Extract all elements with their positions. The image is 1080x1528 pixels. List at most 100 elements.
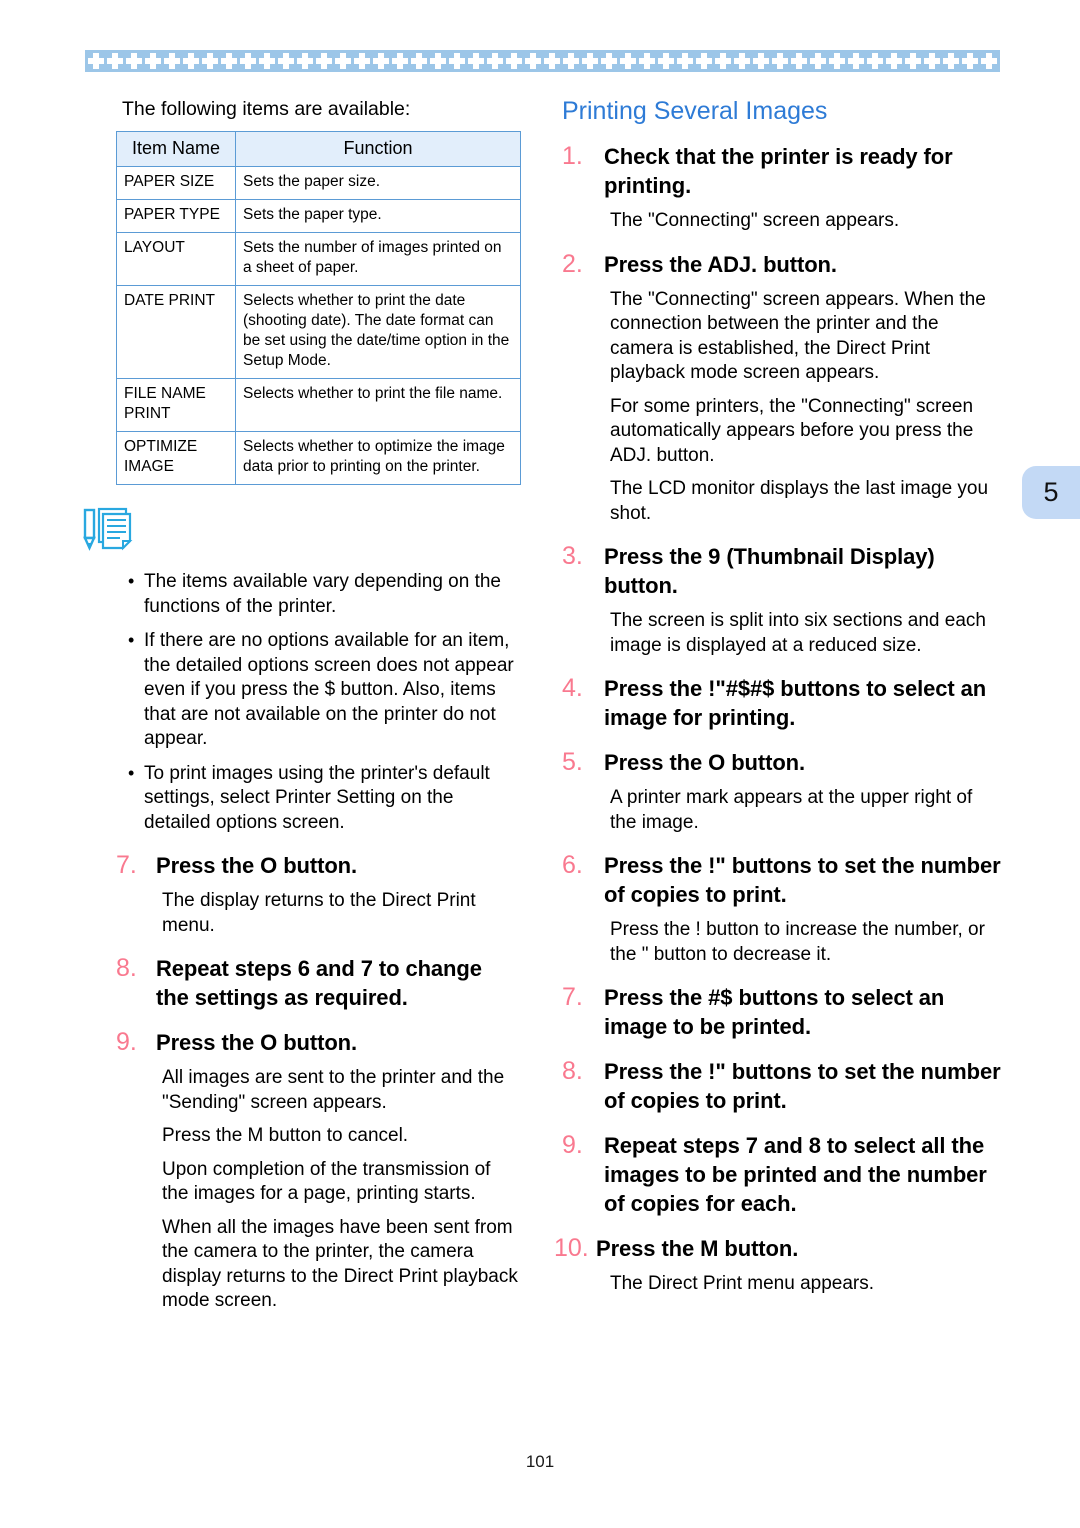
step-body-text: Press the M button to cancel. [162,1125,409,1146]
decorative-flower-motif [581,50,600,72]
step-body-text: The Direct Print menu appears. [610,1273,875,1294]
step-title: Press the O button. [156,1030,358,1055]
step-number: 10. [554,1234,589,1262]
table-cell-function: Sets the paper type. [235,199,521,233]
step-title: Press the !" buttons to set the number o… [604,853,1001,907]
decorative-flower-motif [790,50,809,72]
step-title: Press the !"#$#$ buttons to select an im… [604,676,987,730]
decorative-flower-motif [809,50,828,72]
decorative-flower-motif [220,50,239,72]
decorative-flower-motif [733,50,752,72]
table-row: OPTIMIZE IMAGE Selects whether to optimiz… [116,431,521,485]
table-row: PAPER TYPE Sets the paper type. [116,199,521,233]
left-column: The following items are available: Item … [83,96,521,1314]
step-number: 4. [562,674,583,702]
decorative-top-border [85,50,1000,72]
decorative-flower-motif [429,50,448,72]
right-column: Printing Several Images 1. Check that the… [554,96,1002,1297]
decorative-flower-motif [638,50,657,72]
decorative-flower-motif [486,50,505,72]
decorative-flower-motif [961,50,980,72]
note-bullet-item: To print images using the printer's defa… [128,761,520,836]
numbered-step: 8. Repeat steps 6 and 7 to change the set… [116,954,520,1012]
table-row: LAYOUT Sets the number of images printed … [116,232,521,286]
decorative-flower-motif [410,50,429,72]
step-number: 5. [562,748,583,776]
table-cell-item-name: OPTIMIZE IMAGE [116,431,236,485]
numbered-step: 2. Press the ADJ. button. [562,250,1002,279]
decorative-flower-motif [695,50,714,72]
note-pencil-document-icon [83,507,133,551]
numbered-step: 3. Press the 9 (Thumbnail Display) button… [562,542,1002,600]
step-title: Press the !" buttons to set the number o… [604,1059,1001,1113]
decorative-flower-motif [904,50,923,72]
step-body-text: Upon completion of the transmission of t… [162,1158,491,1205]
decorative-flower-motif [125,50,144,72]
step-body-text: The display returns to the Direct Print … [162,890,476,936]
step-body-text: When all the images have been sent from … [162,1216,518,1312]
chapter-tab-label: 5 [1043,477,1059,507]
decorative-flower-motif [505,50,524,72]
decorative-flower-motif [391,50,410,72]
decorative-flower-motif [201,50,220,72]
step-title: Press the M button. [596,1236,799,1261]
table-cell-item-name: PAPER SIZE [116,166,236,200]
step-title: Press the O button. [604,750,806,775]
decorative-flower-motif [353,50,372,72]
step-title: Press the ADJ. button. [604,251,837,277]
step-number: 3. [562,542,583,570]
step-title: Press the O button. [156,853,358,878]
decorative-flower-motif [448,50,467,72]
decorative-flower-motif [999,50,1000,72]
decorative-flower-motif [277,50,296,72]
decorative-flower-motif [676,50,695,72]
decorative-flower-motif [942,50,961,72]
step-number: 8. [116,954,137,982]
decorative-flower-motif [87,50,106,72]
decorative-flower-motif [714,50,733,72]
decorative-flower-motif [144,50,163,72]
section-heading: Printing Several Images [562,97,828,125]
table-cell-function: Selects whether to optimize the image da… [235,431,521,485]
decorative-flower-motif [828,50,847,72]
right-steps-list: 1. Check that the printer is ready for pr… [554,142,1002,1297]
decorative-flower-motif [923,50,942,72]
step-number: 8. [562,1057,583,1085]
step-body-text: All images are sent to the printer and t… [162,1067,505,1113]
decorative-flower-motif [296,50,315,72]
table-cell-function: Sets the number of images printed on a s… [235,232,521,286]
chapter-tab: 5 [1022,466,1080,519]
numbered-step: 9. Repeat steps 7 and 8 to select all the… [562,1131,1002,1218]
numbered-step: 9. Press the O button. [116,1028,520,1057]
numbered-step: 8. Press the !" buttons to set the number… [562,1057,1002,1115]
step-number: 7. [116,851,137,879]
table-cell-item-name: DATE PRINT [116,285,236,379]
table-cell-function: Selects whether to print the file name. [235,378,521,432]
decorative-flower-motif [467,50,486,72]
decorative-flower-motif [619,50,638,72]
numbered-step: 10. Press the M button. [554,1234,1002,1263]
table-header-function: Function [235,131,521,167]
step-body-text: For some printers, the "Connecting" scre… [610,395,974,466]
numbered-step: 7. Press the O button. [116,851,520,880]
table-cell-item-name: PAPER TYPE [116,199,236,233]
decorative-flower-motif [885,50,904,72]
page-number: 101 [525,1452,555,1471]
decorative-flower-motif [106,50,125,72]
decorative-flower-motif [315,50,334,72]
table-header-item-name: Item Name [116,131,236,167]
step-body-text: The screen is split into six sections an… [610,610,986,656]
step-title: Repeat steps 6 and 7 to change the setti… [156,956,482,1010]
table-cell-function: Sets the paper size. [235,166,521,200]
note-bullet-item: The items available vary depending on th… [128,569,520,619]
step-number: 7. [562,983,583,1011]
decorative-flower-motif [847,50,866,72]
note-bullet-list: The items available vary depending on th… [82,569,520,836]
table-cell-item-name: FILE NAME PRINT [116,378,236,432]
step-body-text: The "Connecting" screen appears. When th… [610,288,986,384]
step-number: 9. [562,1131,583,1159]
intro-text: The following items are available: [122,98,411,120]
numbered-step: 4. Press the !"#$#$ buttons to select an … [562,674,1002,732]
decorative-flower-motif [752,50,771,72]
decorative-flower-motif [866,50,885,72]
